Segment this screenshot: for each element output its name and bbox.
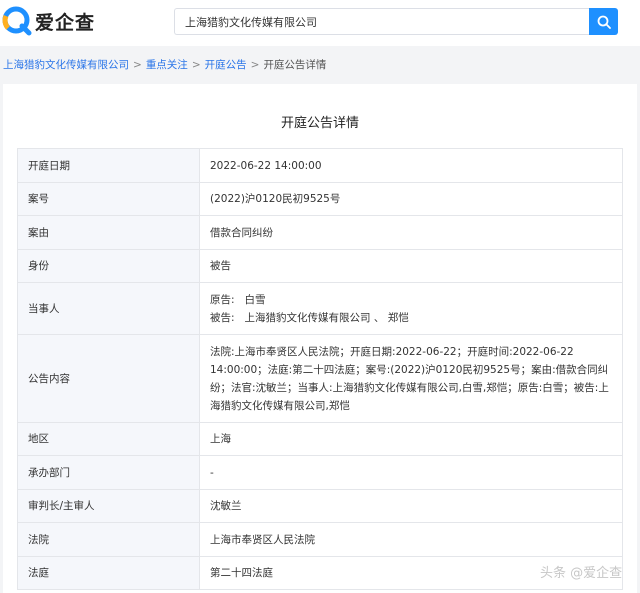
label-cause: 案由 [17,215,200,250]
search-input[interactable] [174,8,591,35]
breadcrumb-separator: > [191,58,201,71]
label-court: 法院 [17,522,200,557]
value-hearing-date: 2022-06-22 14:00:00 [199,148,623,183]
value-judge: 沈敏兰 [199,489,623,523]
search-icon [597,15,611,29]
breadcrumb-separator: > [133,58,142,71]
logo-icon [2,6,32,36]
value-notice-content: 法院:上海市奉贤区人民法院；开庭日期:2022-06-22；开庭时间:2022-… [199,334,623,423]
watermark: 头条 @爱企查 [540,566,623,581]
value-parties: 原告: 白雪 被告: 上海猎豹文化传媒有限公司 、 郑恺 [199,282,623,335]
brand-name: 爱企查 [35,11,96,34]
value-cause: 借款合同纠纷 [199,215,623,250]
table-row: 法院 上海市奉贤区人民法院 [17,522,623,557]
table-row: 审判长/主审人 沈敏兰 [17,489,623,523]
value-department: - [199,455,623,490]
label-courtroom: 法庭 [17,556,200,590]
defendant-role: 被告: [210,311,235,324]
table-row: 承办部门 - [17,455,623,490]
defendant-name: 上海猎豹文化传媒有限公司 、 郑恺 [244,311,409,324]
breadcrumb-current: 开庭公告详情 [263,59,327,71]
label-parties: 当事人 [17,282,200,335]
plaintiff-line: 原告: 白雪 [210,291,612,309]
label-department: 承办部门 [17,455,200,490]
table-row: 案由 借款合同纠纷 [17,215,623,250]
search-button[interactable] [589,8,618,35]
label-judge: 审判长/主审人 [17,489,200,523]
breadcrumb-separator: > [250,58,260,71]
table-row: 公告内容 法院:上海市奉贤区人民法院；开庭日期:2022-06-22；开庭时间:… [17,334,623,423]
defendant-line: 被告: 上海猎豹文化传媒有限公司 、 郑恺 [210,309,612,327]
plaintiff-role: 原告: [210,293,235,306]
value-court: 上海市奉贤区人民法院 [199,522,623,557]
plaintiff-name: 白雪 [244,293,266,306]
label-region: 地区 [17,422,200,456]
table-row: 案号 (2022)沪0120民初9525号 [17,182,623,216]
label-hearing-date: 开庭日期 [17,148,200,183]
breadcrumb-key-focus[interactable]: 重点关注 [146,57,188,72]
table-row: 地区 上海 [17,422,623,456]
top-header: 爱企查 [0,0,640,46]
table-row: 法庭 第二十四法庭 [17,556,623,590]
breadcrumb-company[interactable]: 上海猎豹文化传媒有限公司 [3,57,129,72]
detail-table: 开庭日期 2022-06-22 14:00:00 案号 (2022)沪0120民… [17,148,623,590]
table-row: 开庭日期 2022-06-22 14:00:00 [17,148,623,183]
page-title: 开庭公告详情 [280,116,359,131]
table-row: 当事人 原告: 白雪 被告: 上海猎豹文化传媒有限公司 、 郑恺 [17,282,623,335]
label-case-number: 案号 [17,182,200,216]
value-identity: 被告 [199,249,623,283]
breadcrumb-court-notice[interactable]: 开庭公告 [205,57,247,72]
detail-card: 开庭公告详情 开庭日期 2022-06-22 14:00:00 案号 (2022… [3,84,637,593]
table-row: 身份 被告 [17,249,623,283]
label-identity: 身份 [17,249,200,283]
brand-logo[interactable]: 爱企查 [2,6,95,36]
breadcrumb: 上海猎豹文化传媒有限公司 > 重点关注 > 开庭公告 > 开庭公告详情 [3,57,326,72]
value-case-number: (2022)沪0120民初9525号 [199,182,623,216]
value-region: 上海 [199,422,623,456]
label-notice-content: 公告内容 [17,334,200,423]
